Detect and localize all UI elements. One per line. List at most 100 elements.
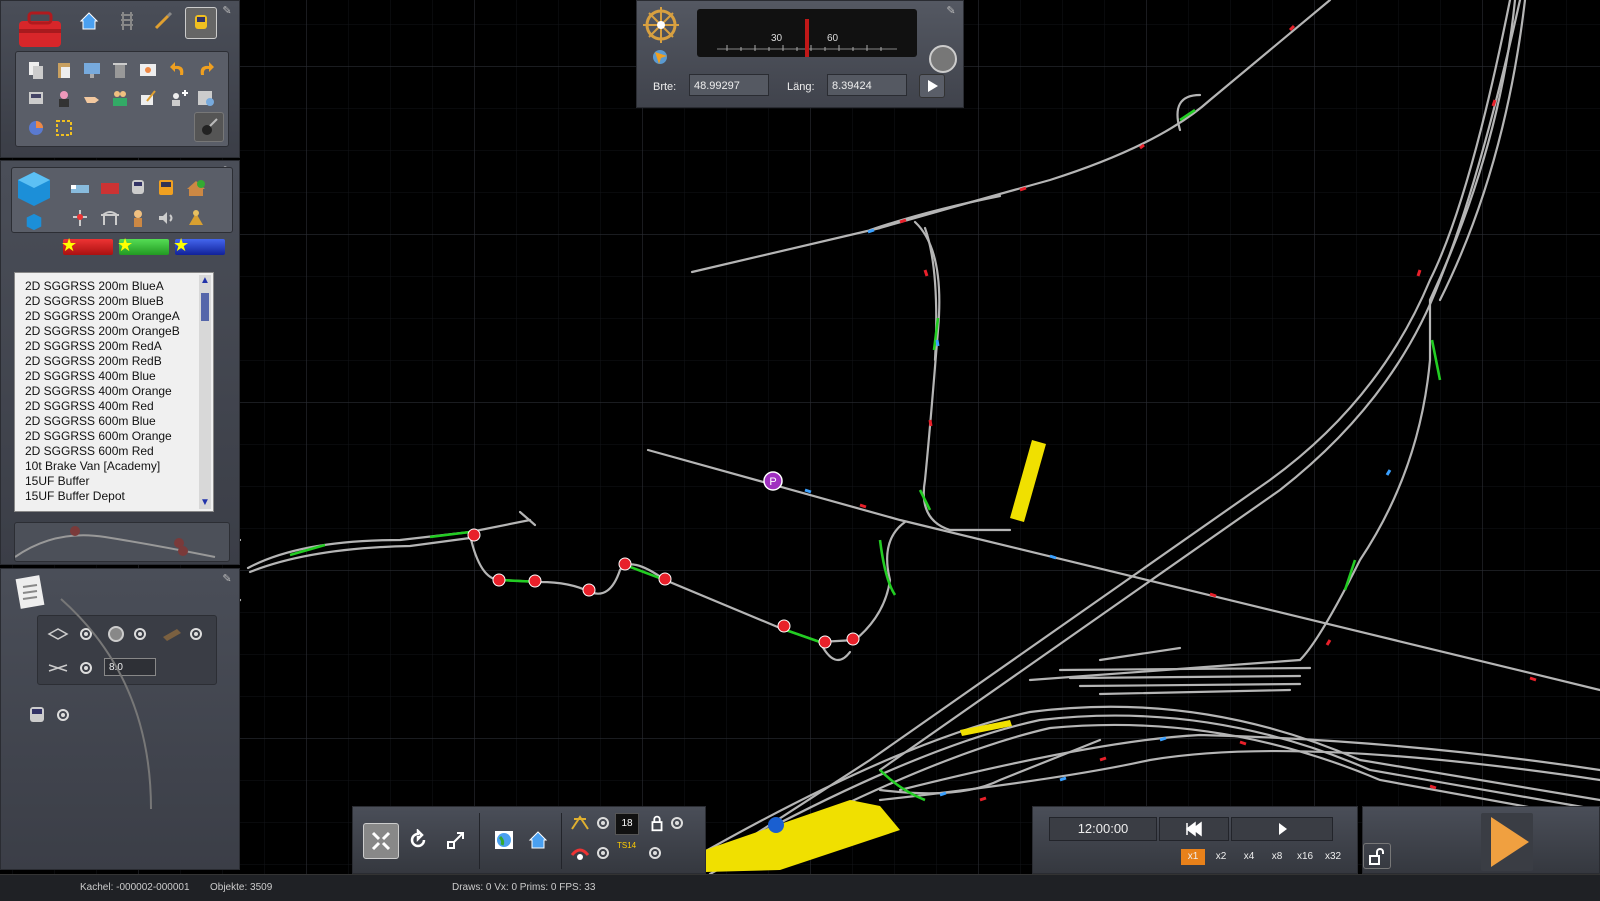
asset-item[interactable]: 15UF Buffer — [25, 474, 213, 489]
people-icon[interactable] — [108, 86, 132, 110]
speed-x16[interactable]: x16 — [1293, 849, 1317, 865]
building-category-icon[interactable] — [184, 176, 208, 200]
node[interactable] — [467, 528, 481, 542]
bridge-category-icon[interactable] — [98, 206, 122, 230]
radio-track-round[interactable] — [134, 628, 146, 640]
lock-marker[interactable] — [768, 817, 784, 833]
node[interactable] — [528, 574, 542, 588]
paste-icon[interactable] — [52, 58, 76, 82]
monitor-icon[interactable] — [80, 58, 104, 82]
track-texture-icon[interactable] — [160, 622, 184, 646]
edit-scenario-icon[interactable] — [136, 86, 160, 110]
node[interactable] — [582, 583, 596, 597]
loco-driver-icon[interactable] — [25, 703, 49, 727]
settings-icon[interactable] — [194, 86, 218, 110]
pin-icon[interactable]: ✎ — [221, 5, 233, 17]
asset-item[interactable]: 15UF Buffer Depot — [25, 489, 213, 504]
radio-driver[interactable] — [57, 709, 69, 721]
longitude-field[interactable]: 8.39424 — [827, 74, 907, 96]
locomotive-icon[interactable] — [24, 86, 48, 110]
asset-scrollbar[interactable]: ▲ ▼ — [199, 275, 211, 509]
figure-category-icon[interactable] — [126, 206, 150, 230]
asset-item[interactable]: 2D SGGRSS 200m RedB — [25, 354, 213, 369]
scroll-down-icon[interactable]: ▼ — [199, 497, 211, 509]
pin-icon[interactable]: ✎ — [945, 5, 957, 17]
objects-cube-icon[interactable] — [14, 170, 54, 208]
lock-icon[interactable] — [647, 813, 667, 833]
asset-item[interactable]: 2D SGGRSS 600m Orange — [25, 429, 213, 444]
value-field[interactable] — [104, 658, 156, 676]
asset-item[interactable]: 2D SGGRSS 600m Blue — [25, 414, 213, 429]
train-tool-icon[interactable] — [185, 7, 217, 39]
asset-item[interactable]: 2D SGGRSS 400m Red — [25, 399, 213, 414]
rewind-button[interactable] — [1159, 817, 1229, 841]
track-flat-icon[interactable] — [46, 622, 70, 646]
node[interactable] — [818, 635, 832, 649]
asset-item[interactable]: 2D SGGRSS 400m Orange — [25, 384, 213, 399]
speed-x32[interactable]: x32 — [1321, 849, 1345, 865]
radio-extra[interactable] — [649, 847, 661, 859]
redo-icon[interactable] — [194, 58, 218, 82]
globe-pointer-icon[interactable] — [647, 45, 673, 69]
asset-item[interactable]: 2D SGGRSS 200m BlueB — [25, 294, 213, 309]
asset-item[interactable]: 2D SGGRSS 200m OrangeA — [25, 309, 213, 324]
fullscreen-icon[interactable] — [363, 823, 399, 859]
selection-box-icon[interactable] — [52, 116, 76, 140]
asset-item[interactable]: 2D SGGRSS 600m Red — [25, 444, 213, 459]
radio-track-cross[interactable] — [80, 662, 92, 674]
node[interactable] — [777, 619, 791, 633]
notepad-icon[interactable] — [13, 573, 47, 609]
home-view-icon[interactable] — [523, 825, 553, 855]
start-driving-button[interactable] — [1481, 813, 1533, 871]
speed-x1[interactable]: x1 — [1181, 849, 1205, 865]
track-round-icon[interactable] — [104, 622, 128, 646]
undo-icon[interactable] — [166, 58, 190, 82]
clock-display[interactable]: 12:00:00 — [1049, 817, 1157, 841]
pin-icon[interactable]: ✎ — [221, 573, 233, 585]
scale-icon[interactable] — [441, 825, 471, 855]
latitude-field[interactable]: 48.99297 — [689, 74, 769, 96]
delete-icon[interactable] — [108, 58, 132, 82]
pointer-hand-icon[interactable] — [80, 86, 104, 110]
speed-x4[interactable]: x4 — [1237, 849, 1261, 865]
pie-chart-icon[interactable] — [24, 116, 48, 140]
weather-icon[interactable] — [569, 841, 591, 863]
small-cube-icon[interactable] — [24, 212, 44, 232]
goods-category-icon[interactable] — [184, 206, 208, 230]
speed-x8[interactable]: x8 — [1265, 849, 1289, 865]
radio-lock[interactable] — [671, 817, 683, 829]
node[interactable] — [658, 572, 672, 586]
track-tool-icon[interactable] — [115, 9, 139, 33]
rotate-icon[interactable] — [403, 825, 433, 855]
node[interactable] — [618, 557, 632, 571]
compass-icon[interactable] — [641, 5, 681, 45]
marker-pen-icon[interactable] — [194, 112, 224, 142]
asset-item[interactable]: 10t Brake Van [Academy] — [25, 459, 213, 474]
tram-category-icon[interactable] — [154, 176, 178, 200]
play-time-button[interactable] — [1231, 817, 1333, 841]
paint-brush-icon[interactable] — [151, 9, 175, 33]
world-view-icon[interactable] — [489, 825, 519, 855]
wagon-category-icon[interactable] — [98, 176, 122, 200]
train-category-icon[interactable] — [126, 176, 150, 200]
unlock-icon[interactable] — [1363, 843, 1391, 869]
home-icon[interactable] — [77, 9, 101, 33]
toolbox-icon[interactable] — [15, 7, 65, 51]
loco-category-icon[interactable] — [68, 176, 92, 200]
asset-item[interactable]: 2D SGGRSS 200m BlueA — [25, 279, 213, 294]
add-driver-icon[interactable] — [166, 86, 190, 110]
track-cross-icon[interactable] — [46, 656, 70, 680]
camera-reset-icon[interactable] — [929, 45, 957, 73]
3d-view-icon[interactable] — [569, 811, 591, 833]
heading-gauge[interactable]: 30 60 — [697, 9, 917, 57]
screenshot-icon[interactable] — [136, 58, 160, 82]
radio-3d-view[interactable] — [597, 817, 609, 829]
asset-list[interactable]: 2D SGGRSS 200m BlueA 2D SGGRSS 200m BlueB… — [14, 272, 214, 512]
asset-item[interactable]: 2D SGGRSS 200m OrangeB — [25, 324, 213, 339]
scroll-up-icon[interactable]: ▲ — [199, 275, 211, 287]
go-to-coords-button[interactable] — [919, 74, 945, 98]
radio-weather[interactable] — [597, 847, 609, 859]
sound-category-icon[interactable] — [154, 206, 178, 230]
scroll-thumb[interactable] — [201, 293, 209, 321]
radio-track-texture[interactable] — [190, 628, 202, 640]
